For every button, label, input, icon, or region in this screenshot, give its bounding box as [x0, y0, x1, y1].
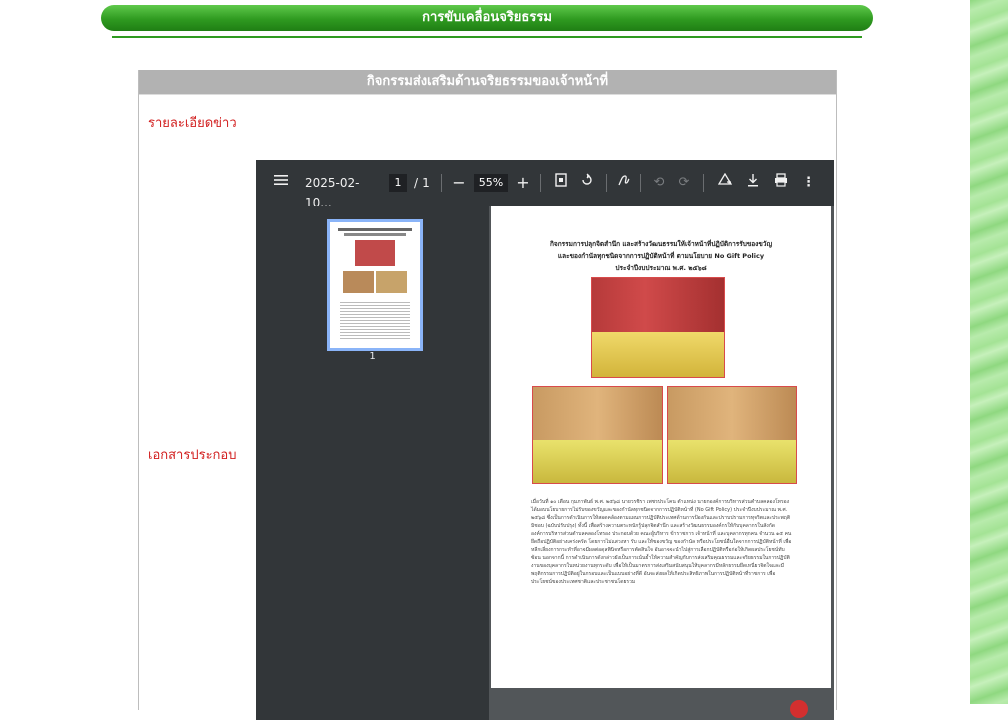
- redo-icon[interactable]: ⟳: [677, 173, 691, 193]
- meeting-photo: [532, 386, 663, 484]
- more-icon[interactable]: ⋮: [802, 173, 815, 193]
- fit-page-icon[interactable]: [554, 173, 568, 193]
- pdf-toolbar: 2025-02-10... 1 / 1 − 55% + ⟲ ⟳ ⋮: [256, 160, 834, 210]
- menu-icon[interactable]: [272, 173, 290, 193]
- toolbar-divider: [441, 174, 442, 192]
- toolbar-divider: [540, 174, 541, 192]
- title-line: และของกำนัลทุกชนิดจากการปฏิบัติหน้าที่ ต…: [557, 252, 765, 260]
- notification-badge: [790, 700, 808, 718]
- meeting-photo: [591, 277, 725, 378]
- title-line: กิจกรรมการปลุกจิตสำนึก และสร้างวัฒนธรรมใ…: [550, 240, 772, 248]
- divider: [139, 94, 836, 95]
- banner-underline: [112, 36, 862, 38]
- page-number-input[interactable]: 1: [389, 174, 407, 192]
- page-separator: /: [413, 176, 419, 190]
- pdf-file-name: 2025-02-10...: [305, 176, 360, 210]
- detail-label: รายละเอียดข่าว: [148, 116, 237, 131]
- decorative-side-pattern: [970, 0, 1008, 704]
- thumbnail-sidebar: 1: [256, 206, 489, 720]
- drive-icon[interactable]: [717, 172, 733, 193]
- toolbar-divider: [703, 174, 704, 192]
- document-body-text: เมื่อวันที่ ๑๐ เดือน กุมภาพันธ์ พ.ศ. ๒๕๖…: [531, 499, 792, 585]
- panel-title: กิจกรรมส่งเสริมด้านจริยธรรมของเจ้าหน้าที…: [139, 70, 836, 94]
- print-icon[interactable]: [773, 173, 789, 193]
- rotate-icon[interactable]: [579, 173, 595, 193]
- attachment-label: เอกสารประกอบ: [148, 448, 237, 463]
- pdf-page: กิจกรรมการปลุกจิตสำนึก และสร้างวัฒนธรรมใ…: [491, 206, 831, 688]
- meeting-photo: [667, 386, 797, 484]
- zoom-out-icon[interactable]: −: [452, 173, 466, 193]
- thumbnail-page-number: 1: [369, 351, 376, 362]
- toolbar-divider: [606, 174, 607, 192]
- pdf-viewer: 2025-02-10... 1 / 1 − 55% + ⟲ ⟳ ⋮ 1 กิจก…: [256, 160, 834, 720]
- page-thumbnail[interactable]: [327, 219, 423, 351]
- title-line: ประจำปีงบประมาณ พ.ศ. ๒๕๖๘: [615, 264, 707, 272]
- document-title: กิจกรรมการปลุกจิตสำนึก และสร้างวัฒนธรรมใ…: [491, 238, 831, 274]
- zoom-in-icon[interactable]: +: [516, 173, 530, 193]
- section-banner: การขับเคลื่อนจริยธรรม: [101, 5, 873, 31]
- zoom-input[interactable]: 55%: [474, 174, 508, 192]
- total-pages: 1: [422, 176, 430, 190]
- annotate-icon[interactable]: [616, 173, 632, 193]
- toolbar-divider: [640, 174, 641, 192]
- undo-icon[interactable]: ⟲: [652, 173, 666, 193]
- download-icon[interactable]: [746, 173, 760, 193]
